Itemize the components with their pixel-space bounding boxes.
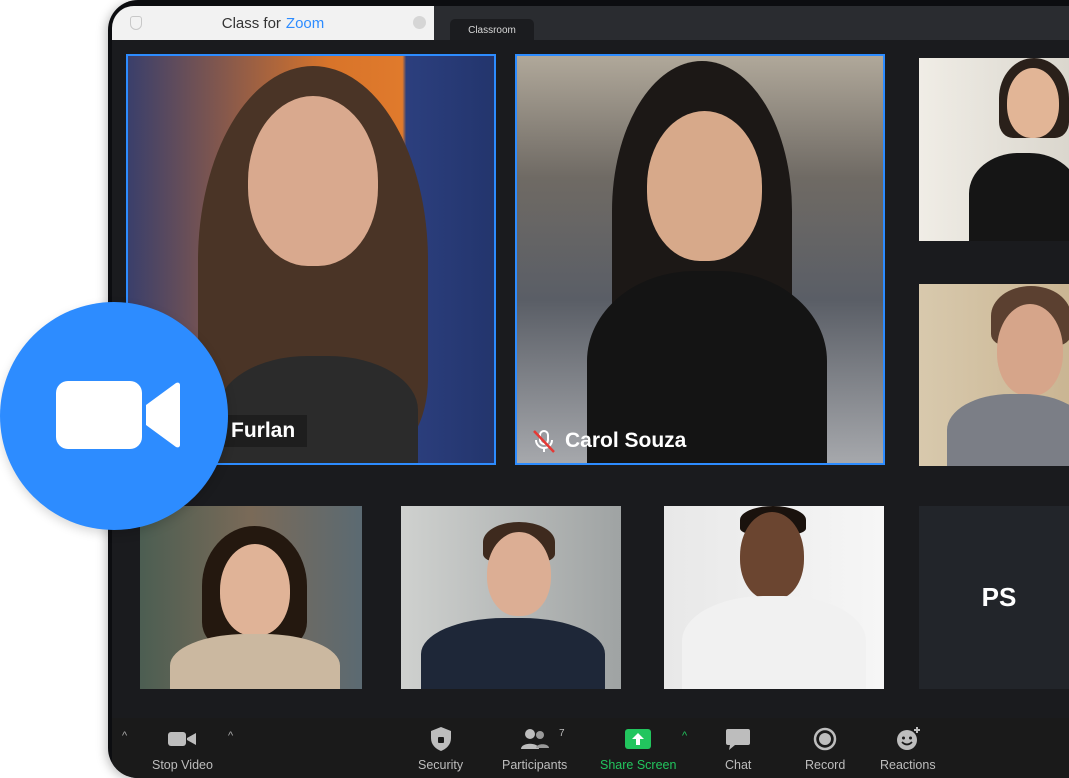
record-button[interactable]: Record <box>805 726 845 772</box>
zoom-logo <box>0 302 228 530</box>
record-icon <box>813 727 837 751</box>
chat-icon <box>726 729 751 750</box>
share-screen-button[interactable]: Share Screen <box>600 726 676 772</box>
share-options-caret[interactable]: ^ <box>682 730 687 742</box>
chat-label: Chat <box>725 758 752 772</box>
meeting-controls-toolbar: ^ Stop Video ^ Security Participants 7 S… <box>112 718 1069 778</box>
tab-classroom[interactable]: Classroom <box>450 19 534 41</box>
video-tile-5[interactable] <box>140 506 362 689</box>
record-label: Record <box>805 758 846 772</box>
participants-label: Participants <box>502 758 568 772</box>
video-options-caret[interactable]: ^ <box>228 730 233 742</box>
shield-icon <box>430 727 451 751</box>
video-tile-4[interactable] <box>919 284 1069 466</box>
video-tile-6[interactable] <box>401 506 621 689</box>
security-label: Security <box>418 758 464 772</box>
audio-options-caret[interactable]: ^ <box>122 730 127 742</box>
share-screen-label: Share Screen <box>600 758 677 772</box>
participants-icon <box>520 729 549 749</box>
participant-name-carol-souza: Carol Souza <box>523 425 698 457</box>
zoom-window: Class for Zoom Classroom Furlan Carol So… <box>108 0 1069 778</box>
stop-video-label: Stop Video <box>152 758 213 772</box>
zoom-camera-logo-icon <box>56 381 180 449</box>
security-button[interactable]: Security <box>418 726 463 772</box>
window-title: Class for <box>221 14 281 32</box>
participant-name-label: Carol Souza <box>565 429 687 452</box>
participant-name-furlan: Furlan <box>223 415 308 447</box>
video-tile-3[interactable] <box>919 58 1069 241</box>
participant-initials: PS <box>981 582 1017 612</box>
reactions-label: Reactions <box>880 758 936 772</box>
shield-outline-icon <box>130 16 142 30</box>
reactions-button[interactable]: Reactions <box>880 726 936 772</box>
video-tile-7[interactable] <box>664 506 884 689</box>
video-tile-carol-souza[interactable]: Carol Souza <box>515 54 885 465</box>
video-camera-icon <box>168 732 197 746</box>
video-gallery: Furlan Carol Souza PS <box>112 40 1069 732</box>
share-screen-icon <box>625 729 652 749</box>
participant-name-label: Furlan <box>231 419 296 442</box>
video-tile-ps[interactable]: PS <box>919 506 1069 689</box>
muted-mic-icon <box>533 430 555 453</box>
chat-button[interactable]: Chat <box>725 726 751 772</box>
reactions-icon <box>896 727 920 750</box>
participants-button[interactable]: Participants <box>502 726 567 772</box>
window-title-brand: Zoom <box>285 14 325 32</box>
settings-icon[interactable] <box>413 16 426 29</box>
participants-count: 7 <box>559 728 565 739</box>
title-bar: Class for Zoom <box>112 6 434 40</box>
stop-video-button[interactable]: Stop Video <box>152 726 213 772</box>
